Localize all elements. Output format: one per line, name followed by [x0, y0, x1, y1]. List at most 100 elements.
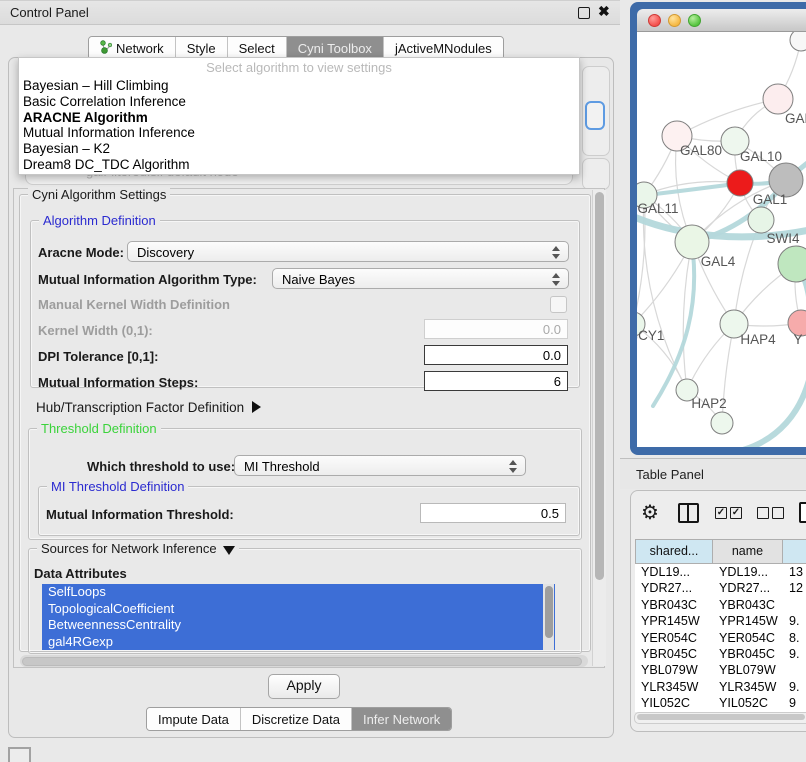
dpi-tolerance-field[interactable]: 0.0: [424, 345, 568, 365]
settings-hscroll-thumb[interactable]: [22, 657, 582, 666]
apply-button[interactable]: Apply: [268, 674, 340, 699]
combo-arrows-icon: [552, 272, 561, 287]
mi-steps-field[interactable]: 6: [424, 371, 568, 391]
tab-label: Infer Network: [363, 712, 440, 727]
settings-scrollbar-thumb[interactable]: [595, 192, 604, 580]
checked-box-icon[interactable]: ✓: [715, 507, 727, 519]
network-node-gal1[interactable]: [727, 170, 753, 196]
table-horizontal-scrollbar[interactable]: [634, 712, 806, 724]
table-cell: YLR345W: [635, 679, 713, 695]
table-row[interactable]: YER054CYER054C8.: [635, 630, 806, 646]
float-panel-icon[interactable]: [578, 7, 590, 19]
bottom-tab-impute-data[interactable]: Impute Data: [147, 708, 241, 730]
settings-horizontal-scrollbar[interactable]: [20, 655, 588, 667]
table-row[interactable]: YPR145WYPR145W9.: [635, 613, 806, 629]
aracne-mode-combo[interactable]: Discovery: [127, 241, 569, 262]
network-node-gal[interactable]: [763, 84, 793, 114]
network-node-swi4[interactable]: [748, 207, 774, 233]
table-toolbar: ⚙ ✓ ✓: [631, 499, 806, 533]
algorithm-dropdown-placeholder: Select algorithm to view settings: [19, 58, 579, 78]
hidden-groupbox-fragment-2: [582, 158, 610, 190]
table-panel-window: ⚙ ✓ ✓ shared...name YDL19...YDL19...13YD…: [630, 490, 806, 732]
network-node[interactable]: [711, 412, 733, 434]
attributes-scrollbar[interactable]: [543, 584, 554, 650]
bottom-tab-discretize-data[interactable]: Discretize Data: [241, 708, 352, 730]
table-cell: 8.: [783, 630, 806, 646]
which-threshold-combo[interactable]: MI Threshold: [234, 455, 526, 476]
algorithm-option-bayesian-k2[interactable]: Bayesian – K2: [19, 141, 579, 157]
algorithm-option-bayesian-hill-climbing[interactable]: Bayesian – Hill Climbing: [19, 78, 579, 94]
gear-icon[interactable]: ⚙: [641, 500, 659, 525]
tab-network[interactable]: Network: [89, 37, 176, 59]
mi-type-combo[interactable]: Naive Bayes: [272, 268, 569, 289]
close-light-icon[interactable]: [648, 14, 661, 27]
bottom-tab-infer-network[interactable]: Infer Network: [352, 708, 451, 730]
table-row[interactable]: YIL052CYIL052C9: [635, 695, 806, 711]
tab-select[interactable]: Select: [228, 37, 287, 59]
network-edge-thick[interactable]: [731, 362, 806, 447]
table-cell: YBR043C: [635, 597, 713, 613]
attributes-scrollbar-thumb[interactable]: [545, 586, 553, 638]
hub-definition-toggle[interactable]: Hub/Transcription Factor Definition: [36, 400, 261, 415]
hub-definition-label: Hub/Transcription Factor Definition: [36, 400, 244, 415]
attribute-item-gal4rgexp[interactable]: gal4RGexp: [42, 634, 555, 651]
table-cell: YER054C: [713, 630, 783, 646]
tab-style[interactable]: Style: [176, 37, 228, 59]
attribute-item-selfloops[interactable]: SelfLoops: [42, 584, 555, 601]
tab-label: Network: [116, 41, 164, 56]
table-cell: YDR27...: [635, 580, 713, 596]
attribute-item-betweennesscentrality[interactable]: BetweennessCentrality: [42, 617, 555, 634]
zoom-light-icon[interactable]: [688, 14, 701, 27]
unchecked-box-icon[interactable]: [772, 507, 784, 519]
minimized-panel-icon[interactable]: [8, 747, 31, 762]
tab-jactivemnodules[interactable]: jActiveMNodules: [384, 37, 503, 59]
table-row[interactable]: YDL19...YDL19...13: [635, 564, 806, 580]
column-header-shared...[interactable]: shared...: [635, 539, 713, 564]
unchecked-box-icon[interactable]: [757, 507, 769, 519]
table-cell: YDL19...: [713, 564, 783, 580]
table-hscroll-thumb[interactable]: [637, 714, 805, 720]
table-cell: YBR045C: [713, 646, 783, 662]
partial-sheet-icon[interactable]: [799, 502, 806, 523]
algorithm-option-basic-correlation-inference[interactable]: Basic Correlation Inference: [19, 94, 579, 110]
table-cell: YBL079W: [635, 662, 713, 678]
algorithm-dropdown-popup: Select algorithm to view settings Bayesi…: [18, 57, 580, 175]
algorithm-option-aracne-algorithm[interactable]: ARACNE Algorithm: [19, 110, 579, 126]
sources-title: Sources for Network Inference: [41, 541, 217, 556]
network-node-label: HAP2: [691, 396, 726, 411]
mi-threshold-field[interactable]: 0.5: [420, 503, 566, 523]
settings-scrollbar[interactable]: [592, 190, 606, 666]
table-row[interactable]: YDR27...YDR27...12: [635, 580, 806, 596]
tab-cyni-toolbox[interactable]: Cyni Toolbox: [287, 37, 384, 59]
network-canvas[interactable]: GALGAL80GAL10GAL1GAL11SWI4GAL4GCY1HAP4YH…: [637, 32, 806, 447]
attribute-item-topologicalcoefficient[interactable]: TopologicalCoefficient: [42, 601, 555, 618]
groupbox-title: Algorithm Definition: [39, 213, 160, 228]
close-icon[interactable]: ✖: [598, 3, 610, 20]
table-row[interactable]: YBR045CYBR045C9.: [635, 646, 806, 662]
network-node[interactable]: [790, 32, 806, 51]
column-header-name[interactable]: name: [713, 539, 783, 564]
network-node[interactable]: [778, 246, 806, 282]
split-panel-icon[interactable]: [678, 503, 699, 523]
kernel-width-field[interactable]: 0.0: [424, 319, 568, 339]
table-cell: YLR345W: [713, 679, 783, 695]
network-graph[interactable]: GALGAL80GAL10GAL1GAL11SWI4GAL4GCY1HAP4YH…: [637, 32, 806, 447]
column-header-cut[interactable]: [783, 539, 806, 564]
table-row[interactable]: YLR345WYLR345W9.: [635, 679, 806, 695]
expanded-arrow-icon: [223, 546, 235, 555]
algorithm-option-dream8-dc-tdc-algorithm[interactable]: Dream8 DC_TDC Algorithm: [19, 157, 579, 173]
control-panel-bottom-tabs: Impute DataDiscretize Data Infer Network: [146, 707, 452, 731]
combo-arrows-icon: [552, 245, 561, 260]
table-row[interactable]: YBL079WYBL079W: [635, 662, 806, 678]
table-row[interactable]: YBR043CYBR043C: [635, 597, 806, 613]
checked-box-icon[interactable]: ✓: [730, 507, 742, 519]
sources-toggle[interactable]: Sources for Network Inference: [37, 541, 239, 556]
table-cell: 13: [783, 564, 806, 580]
manual-kernel-checkbox[interactable]: [550, 296, 567, 313]
minimize-light-icon[interactable]: [668, 14, 681, 27]
collapsed-arrow-icon: [252, 401, 261, 413]
table-cell: 9.: [783, 679, 806, 695]
network-window-titlebar[interactable]: [637, 9, 806, 32]
data-attributes-list[interactable]: SelfLoopsTopologicalCoefficientBetweenne…: [42, 584, 555, 650]
algorithm-option-mutual-information-inference[interactable]: Mutual Information Inference: [19, 125, 579, 141]
